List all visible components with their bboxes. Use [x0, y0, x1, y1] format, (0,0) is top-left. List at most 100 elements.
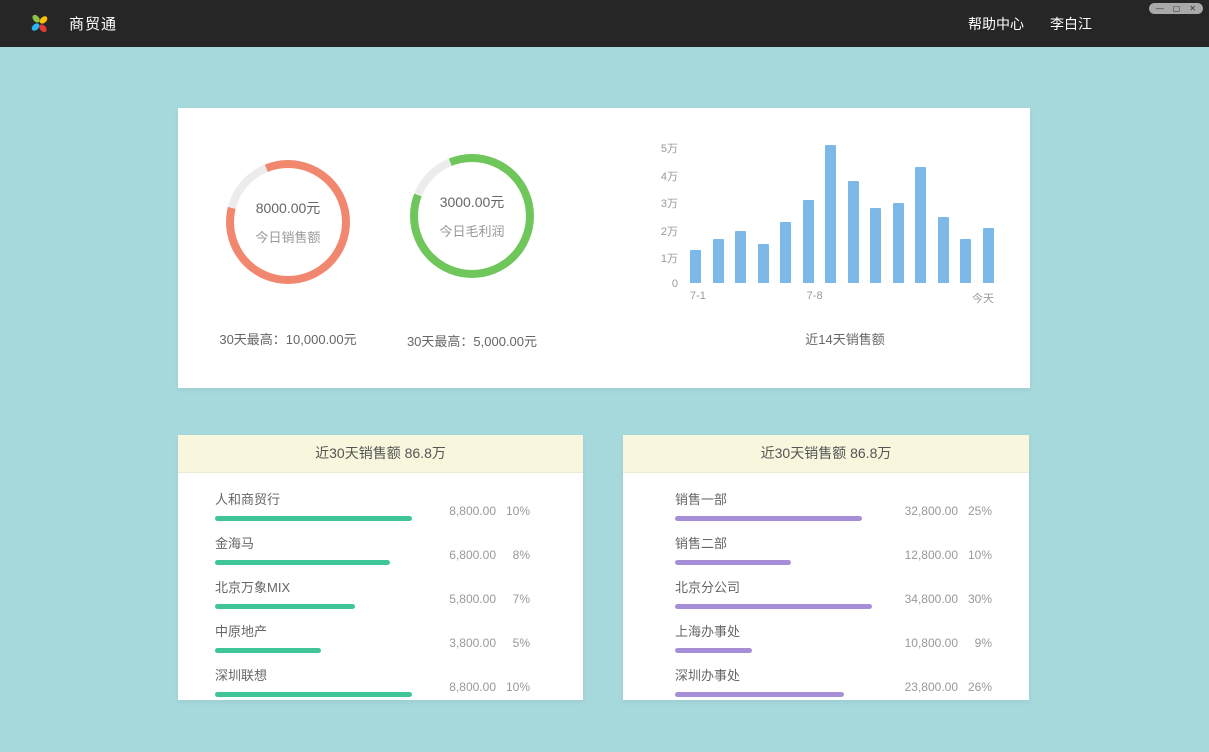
daily-sales-bar: [735, 231, 746, 283]
item-progress-bar: [675, 516, 862, 521]
list-item: 人和商贸行8,800.0010%: [178, 489, 583, 521]
item-amount: 12,800.00: [905, 548, 958, 562]
item-progress-bar: [215, 692, 412, 697]
x-tick-middle: 7-8: [807, 290, 823, 302]
list-item: 中原地产3,800.005%: [178, 621, 583, 653]
daily-sales-bar: [983, 228, 994, 283]
today-sales-value: 8000.00元: [256, 198, 321, 218]
item-values: 8,800.00 10%: [449, 504, 530, 518]
y-axis-tick: 4万: [650, 168, 678, 184]
today-profit-value: 3000.00元: [440, 192, 505, 212]
list-item: 金海马6,800.008%: [178, 533, 583, 565]
list-item: 深圳联想8,800.0010%: [178, 665, 583, 697]
daily-sales-bar: [803, 200, 814, 283]
departments-card-title: 近30天销售额 86.8万: [623, 435, 1029, 473]
list-item: 北京分公司34,800.0030%: [623, 577, 1029, 609]
item-progress-bar: [675, 604, 872, 609]
item-values: 34,800.00 30%: [905, 592, 992, 606]
item-percent: 5%: [504, 636, 530, 650]
item-values: 5,800.00 7%: [449, 592, 530, 606]
daily-sales-bar: [825, 145, 836, 283]
item-values: 23,800.00 26%: [905, 680, 992, 694]
item-percent: 9%: [966, 636, 992, 650]
item-progress-bar: [215, 648, 321, 653]
item-amount: 6,800.00: [449, 548, 496, 562]
daily-sales-bar: [690, 250, 701, 283]
item-percent: 25%: [966, 504, 992, 518]
y-axis-tick: 3万: [650, 195, 678, 211]
y-axis-tick: 5万: [650, 140, 678, 156]
today-profit-donut-center: 3000.00元 今日毛利润: [418, 162, 526, 270]
list-item: 北京万象MIX5,800.007%: [178, 577, 583, 609]
item-percent: 30%: [966, 592, 992, 606]
x-tick-first: 7-1: [690, 290, 706, 302]
daily-sales-bar: [915, 167, 926, 283]
app-logo-icon: [28, 12, 52, 36]
daily-sales-bar: [713, 239, 724, 283]
x-axis: 7-1 7-8 今天: [690, 290, 994, 304]
item-progress-bar: [215, 560, 390, 565]
item-percent: 8%: [504, 548, 530, 562]
daily-sales-bar: [893, 203, 904, 283]
today-sales-donut: 8000.00元 今日销售额: [226, 160, 350, 284]
item-percent: 10%: [504, 680, 530, 694]
today-profit-label: 今日毛利润: [439, 221, 504, 240]
help-center-link[interactable]: 帮助中心: [968, 14, 1024, 34]
customers-card-title: 近30天销售额 86.8万: [178, 435, 583, 473]
customers-sales-card: 近30天销售额 86.8万 人和商贸行8,800.0010%金海马6,800.0…: [178, 435, 583, 700]
titlebar-right: 帮助中心 李白江: [968, 14, 1092, 34]
today-sales-label: 今日销售额: [255, 227, 320, 246]
daily-sales-bar: [758, 244, 769, 283]
item-progress-bar: [675, 692, 844, 697]
today-sales-donut-center: 8000.00元 今日销售额: [234, 168, 342, 276]
minimize-button[interactable]: —: [1156, 4, 1164, 14]
item-amount: 23,800.00: [905, 680, 958, 694]
item-values: 10,800.00 9%: [905, 636, 992, 650]
y-axis-tick: 0: [650, 278, 678, 290]
username-link[interactable]: 李白江: [1050, 14, 1092, 34]
today-profit-max-footnote: 30天最高：5,000.00元: [352, 331, 592, 350]
bar-chart-caption: 近14天销售额: [690, 329, 1000, 348]
item-values: 12,800.0010%: [905, 548, 992, 562]
item-progress-bar: [215, 604, 355, 609]
x-tick-last: 今天: [972, 290, 994, 306]
list-item: 上海办事处10,800.009%: [623, 621, 1029, 653]
bar-plot-area: [690, 145, 994, 283]
departments-sales-card: 近30天销售额 86.8万 销售一部32,800.0025%销售二部12,800…: [623, 435, 1029, 700]
list-item: 销售二部12,800.0010%: [623, 533, 1029, 565]
brand: 商贸通: [28, 12, 117, 36]
sales-14day-bar-chart: 5万4万3万2万1万0 7-1 7-8 今天: [650, 145, 1000, 310]
item-progress-bar: [675, 648, 752, 653]
y-axis-tick: 1万: [650, 250, 678, 266]
window-controls: — ▢ ✕: [1149, 3, 1203, 14]
app-title: 商贸通: [69, 13, 117, 34]
item-amount: 3,800.00: [449, 636, 496, 650]
list-item: 深圳办事处23,800.0026%: [623, 665, 1029, 697]
item-amount: 32,800.00: [905, 504, 958, 518]
today-profit-donut: 3000.00元 今日毛利润: [410, 154, 534, 278]
customers-list: 人和商贸行8,800.0010%金海马6,800.008%北京万象MIX5,80…: [178, 473, 583, 697]
y-axis-tick: 2万: [650, 223, 678, 239]
daily-sales-bar: [938, 217, 949, 283]
item-percent: 10%: [504, 504, 530, 518]
daily-sales-bar: [960, 239, 971, 283]
item-progress-bar: [675, 560, 791, 565]
daily-sales-bar: [780, 222, 791, 283]
item-amount: 8,800.00: [449, 680, 496, 694]
item-values: 6,800.00 8%: [449, 548, 530, 562]
maximize-button[interactable]: ▢: [1173, 4, 1181, 14]
item-percent: 7%: [504, 592, 530, 606]
close-button[interactable]: ✕: [1189, 4, 1196, 14]
item-amount: 10,800.00: [905, 636, 958, 650]
item-amount: 34,800.00: [905, 592, 958, 606]
item-amount: 5,800.00: [449, 592, 496, 606]
item-values: 8,800.00 10%: [449, 680, 530, 694]
item-values: 32,800.00 25%: [905, 504, 992, 518]
overview-card: 8000.00元 今日销售额 30天最高：10,000.00元 3000.00元…: [178, 108, 1030, 388]
item-values: 3,800.00 5%: [449, 636, 530, 650]
item-percent: 26%: [966, 680, 992, 694]
departments-list: 销售一部32,800.0025%销售二部12,800.0010%北京分公司34,…: [623, 473, 1029, 697]
item-amount: 8,800.00: [449, 504, 496, 518]
list-item: 销售一部32,800.0025%: [623, 489, 1029, 521]
daily-sales-bar: [870, 208, 881, 283]
